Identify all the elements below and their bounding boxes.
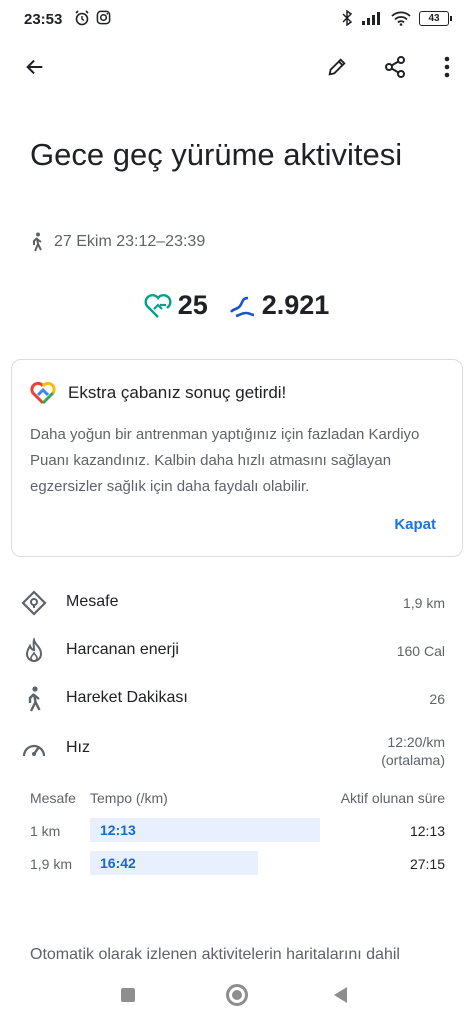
walking-icon: [20, 685, 48, 713]
back-button[interactable]: [20, 52, 50, 82]
metric-value: 1,9 km: [402, 595, 445, 611]
share-button[interactable]: [380, 52, 410, 82]
metric-label: Mesafe: [66, 593, 119, 610]
card-heading: Ekstra çabanız sonuç getirdi!: [68, 383, 287, 402]
heart-points-stat: 25: [144, 290, 208, 321]
metric-row-move-minutes: Hareket Dakikası 26: [0, 681, 473, 721]
close-card-button[interactable]: Kapat: [394, 516, 436, 533]
steps-value: 2.921: [261, 290, 330, 320]
status-bar: 23:53 43: [0, 0, 473, 40]
arrow-back-icon: [26, 59, 43, 75]
heart-points-value: 25: [177, 290, 208, 320]
pace-active-time: 27:15: [409, 856, 445, 872]
system-nav-bar: [0, 978, 473, 1024]
battery-level: 43: [428, 12, 440, 24]
speed-value: 12:20/km: [387, 734, 445, 750]
pace-distance: 1 km: [30, 823, 61, 839]
metric-row-distance: Mesafe 1,9 km: [0, 585, 473, 625]
stats-summary: 25 2.921: [0, 290, 473, 321]
pace-value: 16:42: [100, 855, 136, 871]
metric-label: Harcanan enerji: [66, 641, 179, 658]
footer-text: Otomatik olarak izlenen aktivitelerin ha…: [30, 946, 400, 963]
flame-icon: [20, 637, 48, 665]
alarm-icon: [75, 10, 89, 26]
walking-icon: [33, 232, 42, 252]
pace-row: 1 km 12:13 12:13: [0, 818, 473, 844]
pace-distance: 1,9 km: [30, 856, 73, 872]
bluetooth-icon: [342, 10, 353, 26]
app-bar: [0, 48, 473, 88]
metric-value: 160 Cal: [396, 643, 445, 659]
metric-value: 12:20/km (ortalama): [381, 733, 445, 769]
more-options-button[interactable]: [432, 52, 462, 82]
status-left-icons: [74, 10, 111, 26]
speedometer-icon: [20, 735, 48, 763]
metric-label: Hareket Dakikası: [66, 689, 188, 706]
card-body-text: Daha yoğun bir antrenman yaptığınız için…: [30, 426, 420, 495]
home-button[interactable]: [226, 984, 248, 1006]
pace-bar: 16:42: [90, 851, 258, 875]
location-diamond-icon: [20, 589, 48, 617]
recents-button[interactable]: [121, 988, 135, 1002]
speed-value-sub: (ortalama): [381, 752, 445, 768]
more-vert-icon: [444, 56, 450, 78]
status-right-icons: 43: [341, 10, 452, 26]
battery-indicator: 43: [419, 10, 452, 26]
pace-header-distance: Mesafe: [30, 790, 76, 806]
steps-stat: 2.921: [228, 290, 330, 321]
metric-row-speed: Hız 12:20/km (ortalama): [0, 731, 473, 771]
google-fit-heart-icon: [30, 381, 56, 405]
system-back-button[interactable]: [334, 987, 347, 1003]
status-time: 23:53: [24, 11, 63, 28]
metric-value: 26: [429, 691, 445, 707]
instagram-icon: [96, 10, 111, 25]
heart-points-icon: [144, 293, 172, 318]
card-header: Ekstra çabanız sonuç getirdi!: [30, 381, 286, 405]
edit-button[interactable]: [322, 52, 352, 82]
metric-row-energy: Harcanan enerji 160 Cal: [0, 633, 473, 673]
pace-bar: 12:13: [90, 818, 320, 842]
steps-icon: [229, 296, 254, 317]
pace-active-time: 12:13: [409, 823, 445, 839]
pace-value: 12:13: [100, 822, 136, 838]
signal-icon: [362, 12, 380, 25]
pace-header-tempo: Tempo (/km): [90, 790, 168, 806]
activity-meta: 27 Ekim 23:12–23:39: [30, 232, 205, 252]
activity-time-range: 27 Ekim 23:12–23:39: [54, 233, 206, 250]
share-icon: [385, 56, 405, 78]
wifi-icon: [391, 11, 411, 26]
pencil-icon: [328, 58, 346, 76]
metric-label: Hız: [66, 739, 90, 756]
pace-row: 1,9 km 16:42 27:15: [0, 851, 473, 877]
pace-header-active-time: Aktif olunan süre: [340, 790, 445, 806]
info-card: Ekstra çabanız sonuç getirdi! Daha yoğun…: [11, 359, 463, 557]
page-title: Gece geç yürüme aktivitesi: [30, 137, 403, 172]
